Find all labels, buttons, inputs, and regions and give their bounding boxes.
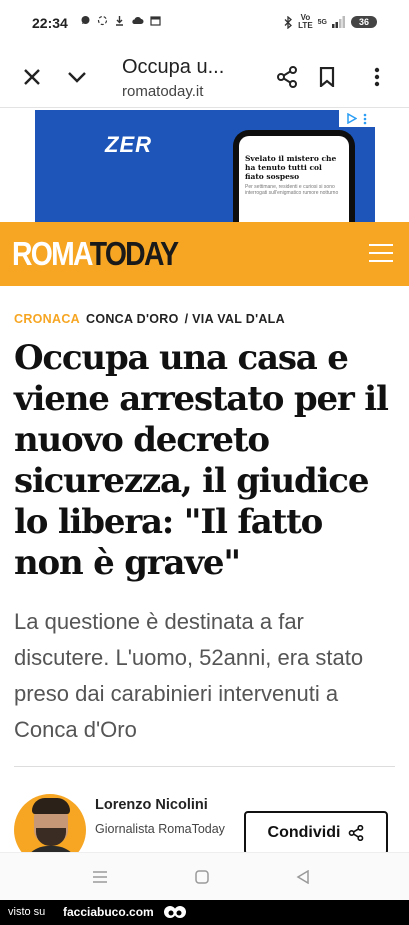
back-button[interactable] [292, 866, 314, 888]
recent-apps-icon [93, 871, 107, 883]
ad-phone-image: TODAY Svelato il mistero che ha tenuto t… [233, 130, 355, 222]
chevron-down-icon [68, 72, 86, 83]
notification-icons [80, 15, 161, 29]
ad-play-icon [347, 113, 357, 124]
network-label: 5G [317, 18, 327, 26]
bookmark-icon [319, 67, 335, 87]
signal-icon [332, 16, 345, 28]
sync-icon [97, 15, 108, 26]
page-domain: romatoday.it [122, 83, 204, 100]
ad-menu-icon [363, 113, 367, 124]
breadcrumb-item[interactable]: / VIA VAL D'ALA [185, 312, 285, 326]
status-time: 22:34 [32, 15, 68, 31]
share-icon [349, 825, 364, 841]
breadcrumb-category[interactable]: CRONACA [14, 312, 80, 326]
watermark-footer: visto su facciabuco.com [0, 900, 409, 925]
footer-prefix: visto su [8, 906, 46, 918]
system-nav-bar [0, 852, 409, 900]
status-bar: 22:34 Vo LTE 5G 36 [0, 0, 409, 46]
site-logo[interactable]: ROMATODAY [12, 235, 179, 273]
logo-roma: ROMA [12, 235, 91, 272]
more-vertical-icon [374, 67, 380, 87]
ad-choices-button[interactable] [339, 110, 375, 127]
share-button-label: Condividi [267, 824, 341, 841]
cloud-icon [132, 17, 144, 24]
volte-icon: Vo LTE [298, 13, 313, 30]
ad-phone-small-text: Per settimane, residenti e curiosi si so… [245, 184, 339, 196]
ad-phone-text: Svelato il mistero che ha tenuto tutti c… [245, 154, 337, 181]
share-button[interactable]: Condividi [244, 811, 388, 855]
close-icon [24, 69, 40, 85]
hamburger-menu-icon[interactable] [369, 244, 393, 264]
article-headline: Occupa una casa e viene arrestato per il… [14, 338, 389, 583]
chat-icon [81, 16, 90, 24]
breadcrumb-item[interactable]: CONCA D'ORO [86, 312, 179, 326]
article-summary: La questione è destinata a far discutere… [14, 609, 364, 742]
more-options-button[interactable] [360, 60, 394, 94]
divider [14, 766, 395, 767]
logo-today: TODAY [89, 235, 179, 272]
download-icon [116, 16, 124, 26]
recent-apps-button[interactable] [89, 866, 111, 888]
browser-toolbar: Occupa u... romatoday.it [0, 46, 409, 108]
author-name[interactable]: Lorenzo Nicolini [95, 797, 208, 813]
calendar-icon [150, 16, 161, 26]
author-role: Giornalista RomaToday [95, 822, 225, 836]
battery-icon: 36 [351, 16, 377, 28]
ad-logo: ZER [105, 132, 152, 157]
close-tab-button[interactable] [15, 60, 49, 94]
eyes-logo-icon [164, 906, 186, 918]
bluetooth-icon [284, 15, 293, 29]
ad-area: ZER TODAY Svelato il mistero che ha tenu… [0, 108, 409, 222]
share-icon [277, 66, 297, 88]
bookmark-button[interactable] [310, 60, 344, 94]
site-header: ROMATODAY [0, 222, 409, 286]
home-icon [195, 870, 209, 884]
share-page-button[interactable] [270, 60, 304, 94]
back-icon [296, 870, 309, 884]
advertisement-banner[interactable]: ZER TODAY Svelato il mistero che ha tenu… [35, 110, 375, 222]
page-title: Occupa u... [122, 56, 225, 78]
home-button[interactable] [191, 866, 213, 888]
ad-phone-header: TODAY [245, 138, 273, 147]
footer-site: facciabuco.com [63, 905, 154, 919]
system-icons: Vo LTE 5G 36 [284, 14, 377, 30]
breadcrumb: CRONACA CONCA D'ORO / VIA VAL D'ALA [14, 312, 285, 326]
expand-button[interactable] [60, 60, 94, 94]
